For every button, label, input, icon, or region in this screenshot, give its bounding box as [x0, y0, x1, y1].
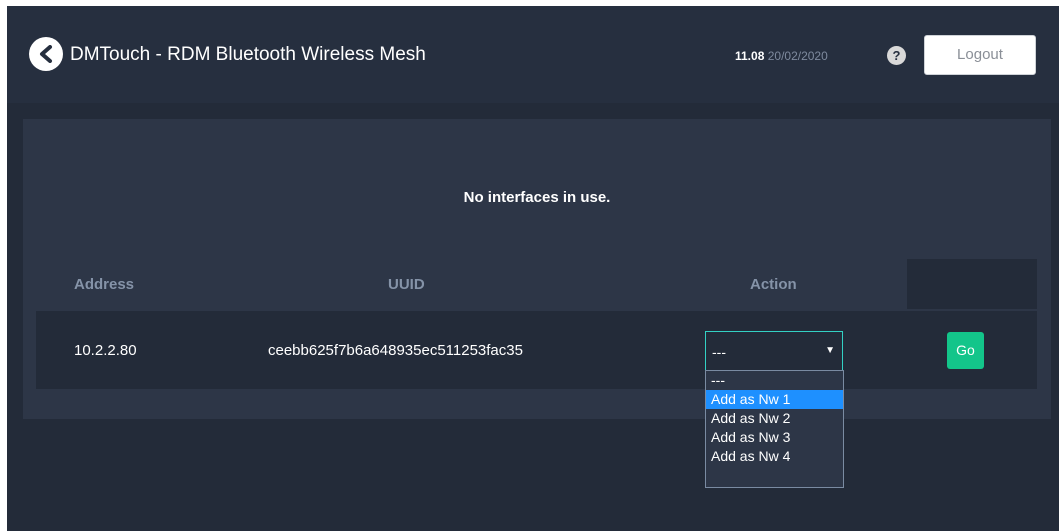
caret-down-icon: ▼	[825, 345, 835, 356]
datetime-display: 11.08 20/02/2020	[735, 49, 828, 63]
logout-button[interactable]: Logout	[924, 35, 1036, 75]
column-header-blank	[907, 259, 1037, 309]
chevron-left-icon	[40, 45, 52, 63]
dropdown-option-none[interactable]: ---	[706, 371, 843, 390]
question-circle-icon[interactable]: ?	[887, 46, 906, 65]
app-title: DMTouch - RDM Bluetooth Wireless Mesh	[70, 44, 426, 65]
header-bar: DMTouch - RDM Bluetooth Wireless Mesh 11…	[7, 6, 1059, 103]
interfaces-panel: No interfaces in use. Address UUID Actio…	[23, 119, 1051, 419]
dropdown-option-nw1[interactable]: Add as Nw 1	[706, 390, 843, 409]
back-button[interactable]	[29, 37, 63, 71]
app-window: DMTouch - RDM Bluetooth Wireless Mesh 11…	[7, 6, 1059, 531]
time-display: 11.08	[735, 49, 765, 63]
dropdown-option-nw3[interactable]: Add as Nw 3	[706, 428, 843, 447]
action-select[interactable]: --- ▼	[705, 331, 843, 371]
go-button[interactable]: Go	[947, 332, 984, 369]
dropdown-option-nw2[interactable]: Add as Nw 2	[706, 409, 843, 428]
table-row: 10.2.2.80 ceebb625f7b6a648935ec511253fac…	[36, 311, 1037, 389]
column-header-action: Action	[750, 276, 797, 293]
date-display: 20/02/2020	[767, 49, 828, 63]
uuid-cell: ceebb625f7b6a648935ec511253fac35	[268, 342, 523, 359]
address-cell: 10.2.2.80	[74, 342, 137, 359]
column-header-uuid: UUID	[388, 276, 425, 293]
column-header-address: Address	[74, 276, 135, 293]
dropdown-option-nw4[interactable]: Add as Nw 4	[706, 447, 843, 466]
action-dropdown-list: --- Add as Nw 1 Add as Nw 2 Add as Nw 3 …	[705, 370, 844, 488]
action-select-value: ---	[712, 344, 726, 360]
empty-message: No interfaces in use.	[463, 189, 611, 206]
